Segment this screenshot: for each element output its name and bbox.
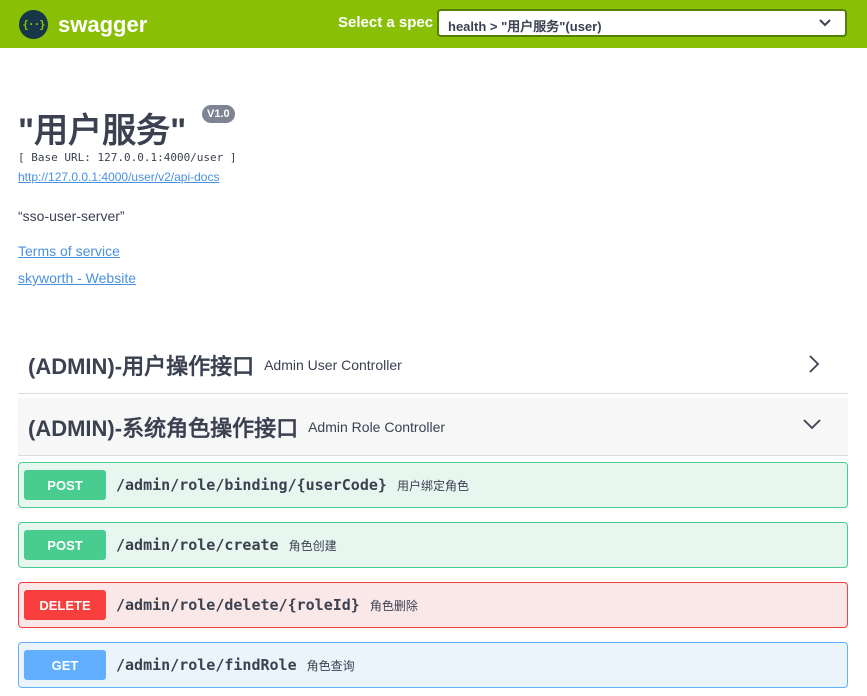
- chevron-down-icon: [819, 19, 831, 27]
- api-docs-link[interactable]: http://127.0.0.1:4000/user/v2/api-docs: [18, 170, 219, 184]
- tag-name: (ADMIN)-系统角色操作接口: [28, 415, 299, 441]
- page-title: "用户服务": [18, 112, 187, 150]
- tag-description: Admin Role Controller: [308, 418, 446, 435]
- method-badge: POST: [24, 530, 106, 560]
- operation-post-role-binding[interactable]: POST /admin/role/binding/{userCode} 用户绑定…: [18, 462, 848, 508]
- spec-select-value: health > "用户服务"(user): [448, 19, 602, 34]
- tag-name: (ADMIN)-用户操作接口: [28, 353, 255, 379]
- chevron-down-icon: [803, 419, 821, 430]
- operation-path: /admin/role/delete/{roleId}: [116, 596, 360, 614]
- version-badge: V1.0: [202, 105, 235, 123]
- topbar: {··} swagger Select a spec health > "用户服…: [0, 0, 867, 48]
- operation-path: /admin/role/findRole: [116, 656, 297, 674]
- operation-post-role-create[interactable]: POST /admin/role/create 角色创建: [18, 522, 848, 568]
- operation-delete-role[interactable]: DELETE /admin/role/delete/{roleId} 角色删除: [18, 582, 848, 628]
- terms-of-service-link[interactable]: Terms of service: [18, 243, 120, 259]
- operation-path: /admin/role/create: [116, 536, 279, 554]
- tag-admin-role-controller[interactable]: (ADMIN)-系统角色操作接口 Admin Role Controller: [18, 398, 848, 456]
- swagger-logo[interactable]: {··} swagger: [19, 10, 147, 39]
- swagger-logo-icon: {··}: [19, 10, 48, 39]
- api-description: “sso-user-server”: [18, 208, 125, 224]
- operation-summary: 角色创建: [288, 538, 337, 553]
- method-badge: POST: [24, 470, 106, 500]
- operation-get-find-role[interactable]: GET /admin/role/findRole 角色查询: [18, 642, 848, 688]
- spec-select[interactable]: health > "用户服务"(user): [437, 9, 847, 37]
- tag-description: Admin User Controller: [264, 356, 402, 373]
- method-badge: GET: [24, 650, 106, 680]
- operation-summary: 用户绑定角色: [396, 478, 469, 493]
- method-badge: DELETE: [24, 590, 106, 620]
- operation-path: /admin/role/binding/{userCode}: [116, 476, 387, 494]
- tag-admin-user-controller[interactable]: (ADMIN)-用户操作接口 Admin User Controller: [18, 336, 848, 394]
- website-link[interactable]: skyworth - Website: [18, 270, 136, 286]
- chevron-right-icon: [809, 355, 820, 373]
- base-url: [ Base URL: 127.0.0.1:4000/user ]: [18, 151, 237, 164]
- operation-summary: 角色查询: [306, 658, 355, 673]
- operation-summary: 角色删除: [369, 598, 418, 613]
- select-spec-label: Select a spec: [338, 14, 434, 31]
- logo-text: swagger: [58, 11, 148, 37]
